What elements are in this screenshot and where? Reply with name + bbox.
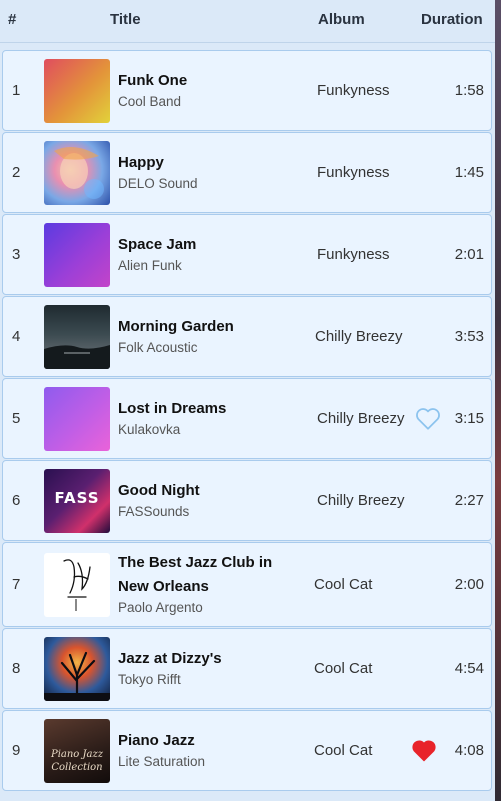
track-row[interactable]: 5 Lost in Dreams Kulakovka Chilly Breezy… — [2, 378, 492, 459]
album-art-text: Collection — [51, 762, 103, 773]
track-title: Happy — [118, 154, 164, 171]
track-row[interactable]: 6 FASS Good Night FASSounds Chilly Breez… — [2, 460, 492, 541]
track-album: Chilly Breezy — [317, 492, 405, 509]
track-duration: 1:58 — [454, 82, 484, 99]
track-artist: Tokyo Rifft — [118, 672, 181, 687]
track-artist: Folk Acoustic — [118, 340, 198, 355]
album-art: FASS — [44, 469, 110, 533]
track-row[interactable]: 7 The Best Jazz Club in New Orleans Paol… — [2, 542, 492, 627]
album-art — [44, 223, 110, 287]
track-album: Chilly Breezy — [315, 328, 403, 345]
heart-filled-icon[interactable] — [411, 739, 437, 763]
album-art: Piano Jazz Collection — [44, 719, 110, 783]
album-art-image — [54, 147, 104, 199]
album-art — [44, 553, 110, 617]
track-number: 2 — [12, 164, 21, 181]
header-number: # — [8, 11, 17, 28]
track-number: 8 — [12, 660, 21, 677]
track-number: 9 — [12, 742, 21, 759]
track-album: Funkyness — [317, 82, 390, 99]
track-album: Cool Cat — [314, 660, 373, 677]
track-artist: Lite Saturation — [118, 754, 206, 769]
heart-outline-icon[interactable] — [415, 407, 441, 431]
table-header: # Title Album Duration — [0, 0, 495, 43]
album-art — [44, 387, 110, 451]
track-title: Jazz at Dizzy's — [118, 650, 222, 667]
header-title[interactable]: Title — [110, 11, 141, 28]
album-art-image — [44, 345, 110, 369]
track-duration: 4:08 — [454, 742, 484, 759]
track-number: 7 — [12, 576, 21, 593]
track-number: 5 — [12, 410, 21, 427]
album-art — [44, 305, 110, 369]
track-title: The Best Jazz Club in New Orleans — [118, 554, 273, 595]
track-duration: 2:00 — [454, 576, 484, 593]
track-artist: Paolo Argento — [118, 600, 203, 615]
album-art-text: Piano Jazz — [50, 749, 104, 760]
track-duration: 2:27 — [454, 492, 484, 509]
track-title: Lost in Dreams — [118, 400, 227, 417]
track-artist: Alien Funk — [118, 258, 182, 273]
track-number: 3 — [12, 246, 21, 263]
track-album: Cool Cat — [314, 576, 373, 593]
header-album[interactable]: Album — [318, 11, 365, 28]
track-row[interactable]: 4 Morning Garden Folk Acoustic Chilly Br… — [2, 296, 492, 377]
track-album: Funkyness — [317, 164, 390, 181]
track-row[interactable]: 9 Piano Jazz Collection Piano Jazz Lite … — [2, 710, 492, 791]
album-art-image — [44, 651, 110, 701]
track-album: Chilly Breezy — [317, 410, 405, 427]
track-duration: 1:45 — [454, 164, 484, 181]
header-duration[interactable]: Duration — [421, 11, 483, 28]
track-artist: DELO Sound — [118, 176, 198, 191]
track-number: 6 — [12, 492, 21, 509]
track-duration: 2:01 — [454, 246, 484, 263]
track-duration: 3:53 — [454, 328, 484, 345]
track-duration: 4:54 — [454, 660, 484, 677]
track-row[interactable]: 3 Space Jam Alien Funk Funkyness 2:01 — [2, 214, 492, 295]
track-artist: FASSounds — [118, 504, 190, 519]
track-row[interactable]: 1 Funk One Cool Band Funkyness 1:58 — [2, 50, 492, 131]
track-duration: 3:15 — [454, 410, 484, 427]
track-number: 1 — [12, 82, 21, 99]
track-title: Space Jam — [118, 236, 197, 253]
track-album: Funkyness — [317, 246, 390, 263]
track-title: Piano Jazz — [118, 732, 195, 749]
track-title: Good Night — [118, 482, 200, 499]
window-edge — [495, 0, 501, 801]
track-row[interactable]: 8 Jazz at Dizzy's Tokyo Rifft Cool Cat 4… — [2, 628, 492, 709]
track-title: Morning Garden — [118, 318, 234, 335]
track-album: Cool Cat — [314, 742, 373, 759]
track-number: 4 — [12, 328, 21, 345]
album-art — [44, 637, 110, 701]
track-artist: Cool Band — [118, 94, 182, 109]
album-art-text: FASS — [54, 489, 100, 507]
album-art — [44, 141, 110, 205]
signature-image — [63, 559, 91, 611]
track-row[interactable]: 2 Happy DELO Sound Funkyness 1:45 — [2, 132, 492, 213]
track-artist: Kulakovka — [118, 422, 181, 437]
track-title: Funk One — [118, 72, 188, 89]
album-art — [44, 59, 110, 123]
